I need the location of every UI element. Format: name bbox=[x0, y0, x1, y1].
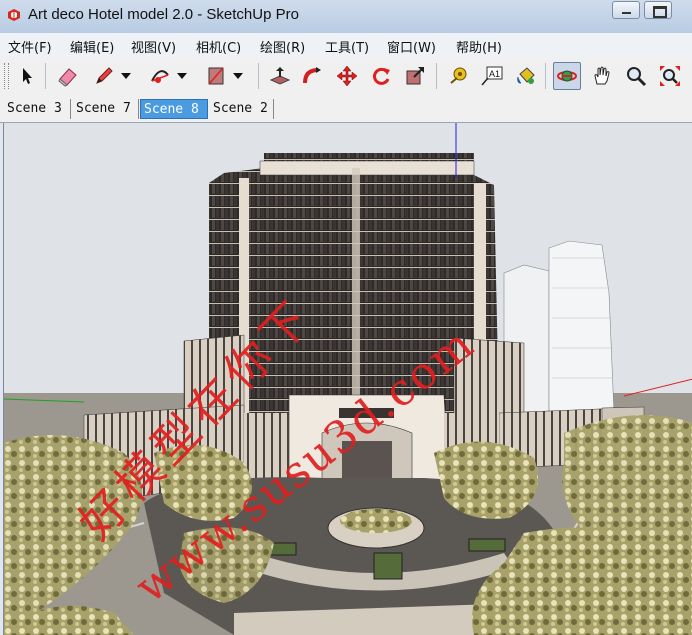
tab-scene-2[interactable]: Scene 2 bbox=[210, 99, 274, 119]
maximize-button[interactable] bbox=[644, 1, 672, 19]
menu-bar: 文件(F) 编辑(E) 视图(V) 相机(C) 绘图(R) 工具(T) 窗口(W… bbox=[0, 33, 692, 58]
sketchup-logo-icon bbox=[8, 9, 20, 21]
menu-help[interactable]: 帮助(H) bbox=[456, 37, 502, 56]
select-tool-icon[interactable] bbox=[13, 62, 41, 90]
text-tool-icon[interactable]: A1 bbox=[478, 62, 506, 90]
rotate-tool-icon[interactable] bbox=[367, 62, 395, 90]
model-viewport[interactable]: 好模型在你下 www.susu3d.com bbox=[3, 123, 692, 635]
paint-bucket-tool-icon[interactable] bbox=[512, 62, 540, 90]
toolbar-separator bbox=[45, 63, 46, 89]
rectangle-tool-icon[interactable] bbox=[202, 62, 230, 90]
menu-camera[interactable]: 相机(C) bbox=[196, 37, 241, 56]
toolbar-separator bbox=[258, 63, 259, 89]
toolbar-grip[interactable] bbox=[4, 63, 9, 89]
push-pull-tool-icon[interactable] bbox=[266, 62, 294, 90]
scale-tool-icon[interactable] bbox=[401, 62, 429, 90]
tab-scene-7[interactable]: Scene 7 bbox=[73, 99, 139, 119]
scene-tabs-bar: Scene 3 Scene 7 Scene 8 Scene 2 bbox=[0, 97, 692, 123]
menu-view[interactable]: 视图(V) bbox=[131, 37, 176, 56]
chevron-down-icon[interactable] bbox=[118, 62, 134, 90]
arc-tool-icon[interactable] bbox=[146, 62, 174, 90]
menu-file[interactable]: 文件(F) bbox=[8, 37, 52, 56]
menu-draw[interactable]: 绘图(R) bbox=[260, 37, 305, 56]
move-tool-icon[interactable] bbox=[333, 62, 361, 90]
pencil-line-tool-icon[interactable] bbox=[90, 62, 118, 90]
tape-measure-tool-icon[interactable] bbox=[444, 62, 472, 90]
tab-scene-3[interactable]: Scene 3 bbox=[4, 99, 71, 119]
menu-edit[interactable]: 编辑(E) bbox=[70, 37, 114, 56]
window-title: Art deco Hotel model 2.0 - SketchUp Pro bbox=[28, 6, 299, 23]
eraser-tool-icon[interactable] bbox=[54, 62, 82, 90]
menu-window[interactable]: 窗口(W) bbox=[387, 37, 436, 56]
chevron-down-icon[interactable] bbox=[174, 62, 190, 90]
zoom-tool-icon[interactable] bbox=[622, 62, 650, 90]
toolbar-separator bbox=[436, 63, 437, 89]
chevron-down-icon[interactable] bbox=[230, 62, 246, 90]
minimize-button[interactable] bbox=[612, 1, 640, 19]
title-bar: Art deco Hotel model 2.0 - SketchUp Pro bbox=[0, 0, 692, 33]
svg-text:A1: A1 bbox=[489, 69, 500, 79]
zoom-extents-tool-icon[interactable] bbox=[656, 62, 684, 90]
follow-me-tool-icon[interactable] bbox=[298, 62, 326, 90]
toolbar-separator bbox=[545, 63, 546, 89]
tab-scene-8[interactable]: Scene 8 bbox=[140, 99, 208, 119]
pan-tool-icon[interactable] bbox=[588, 62, 616, 90]
menu-tools[interactable]: 工具(T) bbox=[325, 37, 369, 56]
main-toolbar: A1 bbox=[0, 57, 692, 98]
orbit-tool-icon[interactable] bbox=[553, 62, 581, 90]
hotel-model-render bbox=[4, 123, 692, 635]
